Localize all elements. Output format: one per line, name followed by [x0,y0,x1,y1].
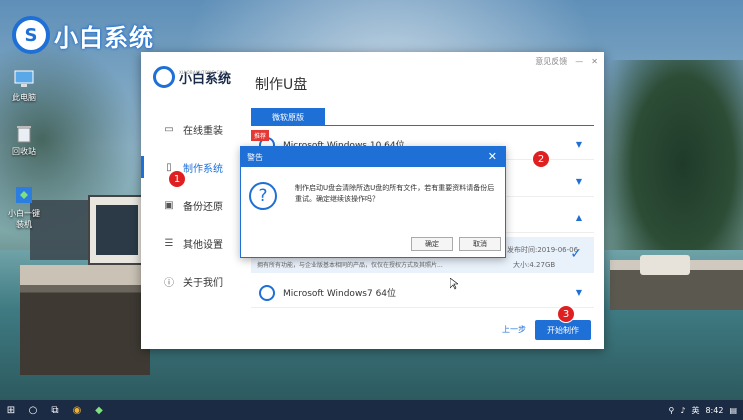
chevron-down-icon[interactable]: ▼ [576,288,582,297]
dialog-cancel-button[interactable]: 取消 [459,237,501,251]
tab-microsoft-original[interactable]: 微软原版 [251,108,325,126]
system-tray: ⚲ ♪ 英 8:42 ▤ [669,400,738,420]
sidebar-item-other-settings[interactable]: ☰ 其他设置 [141,224,251,262]
wallpaper-chair [640,255,690,275]
chevron-down-icon[interactable]: ▼ [576,177,582,186]
xiaobai-app-icon [16,187,32,203]
question-icon: ? [249,182,277,210]
sidebar-item-backup-restore[interactable]: ▣ 备份还原 [141,186,251,224]
window-controls: 意见反馈 — ✕ [535,56,598,67]
taskbar: ⊞ ○ ⧉ ◉ ◆ ⚲ ♪ 英 8:42 ▤ [0,400,743,420]
sidebar-item-about[interactable]: ⓘ 关于我们 [141,262,251,300]
logo-icon [153,66,175,88]
warning-dialog: 警告 ✕ ? 制作启动U盘会清除所选U盘的所有文件，若有重要资料请备份后重试。确… [240,146,506,258]
recycle-bin-icon [17,126,31,143]
settings-icon: ☰ [164,237,174,249]
start-make-button[interactable]: 开始制作 [535,320,591,340]
sidebar-nav: ▭ 在线重装 ▯ 制作系统 ▣ 备份还原 ☰ 其他设置 ⓘ 关于我们 [141,110,251,300]
xiaobai-taskbar-icon[interactable]: ◆ [88,400,110,420]
search-icon[interactable]: ○ [22,400,44,420]
wallpaper-pier [20,265,150,375]
sidebar-item-label: 在线重装 [183,125,223,137]
sidebar-item-label: 关于我们 [183,277,223,289]
ime-indicator[interactable]: 英 [691,405,699,416]
sidebar-item-label: 制作系统 [183,163,223,175]
dialog-title: 警告 [247,152,263,162]
dialog-ok-button[interactable]: 确定 [411,237,453,251]
os-size: 大小:4.27GB [513,261,556,269]
brand-logo-icon: S [12,16,50,54]
monitor-icon: ▭ [164,123,174,135]
os-row-win7[interactable]: Microsoft Windows7 64位 ▼ [251,278,594,308]
desktop-icon-recycle-bin[interactable]: 回收站 [0,122,48,157]
chevron-up-icon[interactable]: ▲ [576,213,582,222]
step-marker-3: 3 [557,305,575,323]
info-icon: ⓘ [164,277,174,289]
backup-icon: ▣ [164,199,174,211]
volume-icon[interactable]: ♪ [680,406,685,415]
notification-icon[interactable]: ▤ [729,406,737,415]
mouse-cursor-icon [450,278,458,290]
network-icon[interactable]: ⚲ [669,406,675,415]
step-marker-2: 2 [532,150,550,168]
browser-icon[interactable]: ◉ [66,400,88,420]
clock-time[interactable]: 8:42 [705,406,723,415]
sidebar-item-online-install[interactable]: ▭ 在线重装 [141,110,251,148]
wallpaper-house-window [96,205,138,255]
windows-start-icon[interactable]: ⊞ [0,400,22,420]
windows-logo-icon [259,284,275,301]
minimize-button[interactable]: — [575,57,583,66]
sidebar-item-make-system[interactable]: ▯ 制作系统 [141,148,251,186]
page-title: 制作U盘 [255,77,308,93]
close-button[interactable]: ✕ [591,57,598,66]
desktop-brand: S 小白系统 [12,16,154,54]
checkmark-icon: ✓ [570,246,582,262]
recommend-badge: 推荐 [251,130,270,141]
sidebar-item-label: 其他设置 [183,239,223,251]
dialog-header: 警告 ✕ [241,147,505,167]
os-release-date: 发布时间:2019-06-06 [507,246,579,254]
computer-icon [14,70,34,87]
task-view-icon[interactable]: ⧉ [44,400,66,420]
desktop-icon-label: 此电脑 [12,93,36,102]
tab-underline [251,125,594,126]
dialog-message: 制作启动U盘会清除所选U盘的所有文件，若有重要资料请备份后重试。确定继续该操作吗… [295,184,495,203]
desktop-icon-label: 回收站 [12,147,36,156]
feedback-link[interactable]: 意见反馈 [535,56,567,67]
chevron-down-icon[interactable]: ▼ [576,140,582,149]
desktop-icon-this-pc[interactable]: 此电脑 [0,68,48,103]
step-marker-1: 1 [168,170,186,188]
desktop-icon-xiaobai[interactable]: 小白一键 装机 [0,184,48,230]
app-domain: XIAOBAIXITONG.COM [179,70,227,75]
previous-step-button[interactable]: 上一步 [502,324,526,335]
brand-name: 小白系统 [54,23,154,52]
desktop-icon-label: 小白一键 装机 [8,209,40,229]
os-description: 拥有所有功能，与企业版基本相同的产品，仅仅在授权方式及其照片... [257,262,443,269]
sidebar: 小白系统 XIAOBAIXITONG.COM ▭ 在线重装 ▯ 制作系统 ▣ 备… [141,52,251,349]
sidebar-item-label: 备份还原 [183,201,223,213]
dialog-close-button[interactable]: ✕ [488,150,497,163]
os-name: Microsoft Windows7 64位 [283,289,397,299]
